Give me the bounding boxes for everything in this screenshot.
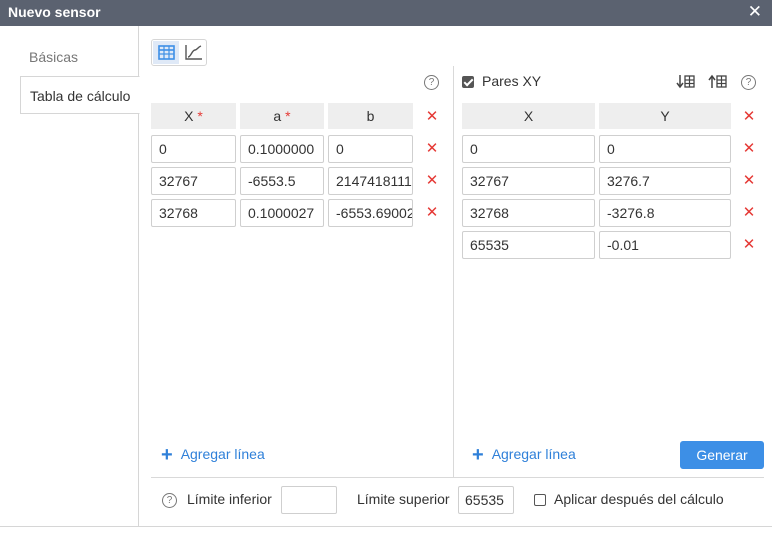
cell-x-row-2[interactable]: 32767 (151, 167, 236, 195)
help-icon[interactable]: ? (424, 75, 439, 90)
required-marker: * (285, 108, 291, 124)
add-line-button-left[interactable]: + Agregar línea (161, 444, 265, 467)
plus-icon: + (161, 444, 173, 466)
pairs-xy-checkbox[interactable] (462, 76, 474, 88)
delete-row-icon[interactable]: ✕ (425, 173, 439, 189)
chart-view-button[interactable] (181, 41, 207, 64)
cell-x-row-3[interactable]: 32768 (462, 199, 595, 227)
column-header-b: b (328, 103, 413, 129)
title-bar: Nuevo sensor ✕ (0, 0, 772, 26)
column-header-a: a * (240, 103, 324, 129)
delete-row-icon[interactable]: ✕ (425, 205, 439, 221)
export-icon (708, 74, 727, 88)
cell-y-row-4[interactable]: -0.01 (599, 231, 731, 259)
upper-limit-input[interactable]: 65535 (458, 486, 514, 514)
cell-a-row-2[interactable]: -6553.5 (240, 167, 324, 195)
lower-limit-label: Límite inferior (187, 491, 272, 507)
lower-limit-input[interactable] (281, 486, 337, 514)
delete-row-icon[interactable]: ✕ (742, 141, 756, 157)
help-icon[interactable]: ? (162, 493, 177, 508)
import-button[interactable] (676, 73, 696, 91)
cell-b-row-3[interactable]: -6553.69002 (328, 199, 413, 227)
apply-after-label: Aplicar después del cálculo (554, 491, 724, 507)
cell-y-row-1[interactable]: 0 (599, 135, 731, 163)
plus-icon: + (472, 444, 484, 466)
cell-x-row-4[interactable]: 65535 (462, 231, 595, 259)
window-title: Nuevo sensor (8, 4, 101, 20)
panel-divider (453, 66, 454, 478)
cell-b-row-1[interactable]: 0 (328, 135, 413, 163)
cell-y-row-3[interactable]: -3276.8 (599, 199, 731, 227)
delete-all-rows-icon[interactable]: ✕ (742, 109, 756, 125)
column-header-x: X (462, 103, 595, 129)
sidebar-item-tabla-de-calculo[interactable]: Tabla de cálculo (20, 76, 140, 114)
add-line-button-right[interactable]: + Agregar línea (472, 444, 576, 467)
sidebar: Básicas Tabla de cálculo (0, 26, 140, 526)
export-button[interactable] (708, 73, 728, 91)
pairs-xy-label: Pares XY (482, 73, 542, 89)
column-header-x: X * (151, 103, 236, 129)
delete-row-icon[interactable]: ✕ (425, 141, 439, 157)
footer-divider (151, 477, 764, 478)
required-marker: * (197, 108, 203, 124)
cell-x-row-3[interactable]: 32768 (151, 199, 236, 227)
upper-limit-label: Límite superior (357, 491, 450, 507)
sidebar-item-basicas[interactable]: Básicas (20, 38, 139, 76)
generate-button[interactable]: Generar (680, 441, 764, 469)
close-icon[interactable]: ✕ (748, 3, 762, 21)
table-view-icon (158, 45, 175, 60)
cell-b-row-2[interactable]: 2147418111 (328, 167, 413, 195)
bottom-border (0, 526, 772, 527)
cell-x-row-1[interactable]: 0 (462, 135, 595, 163)
delete-row-icon[interactable]: ✕ (742, 173, 756, 189)
cell-x-row-2[interactable]: 32767 (462, 167, 595, 195)
column-header-y: Y (599, 103, 731, 129)
cell-y-row-2[interactable]: 3276.7 (599, 167, 731, 195)
help-icon[interactable]: ? (741, 75, 756, 90)
cell-a-row-1[interactable]: 0.1000000 (240, 135, 324, 163)
chart-view-icon (185, 45, 202, 60)
delete-row-icon[interactable]: ✕ (742, 237, 756, 253)
table-view-button[interactable] (153, 41, 179, 64)
import-icon (676, 75, 695, 89)
apply-after-checkbox[interactable] (534, 494, 546, 506)
cell-x-row-1[interactable]: 0 (151, 135, 236, 163)
view-toggle (151, 39, 207, 66)
cell-a-row-3[interactable]: 0.1000027 (240, 199, 324, 227)
delete-row-icon[interactable]: ✕ (742, 205, 756, 221)
delete-all-rows-icon[interactable]: ✕ (425, 109, 439, 125)
